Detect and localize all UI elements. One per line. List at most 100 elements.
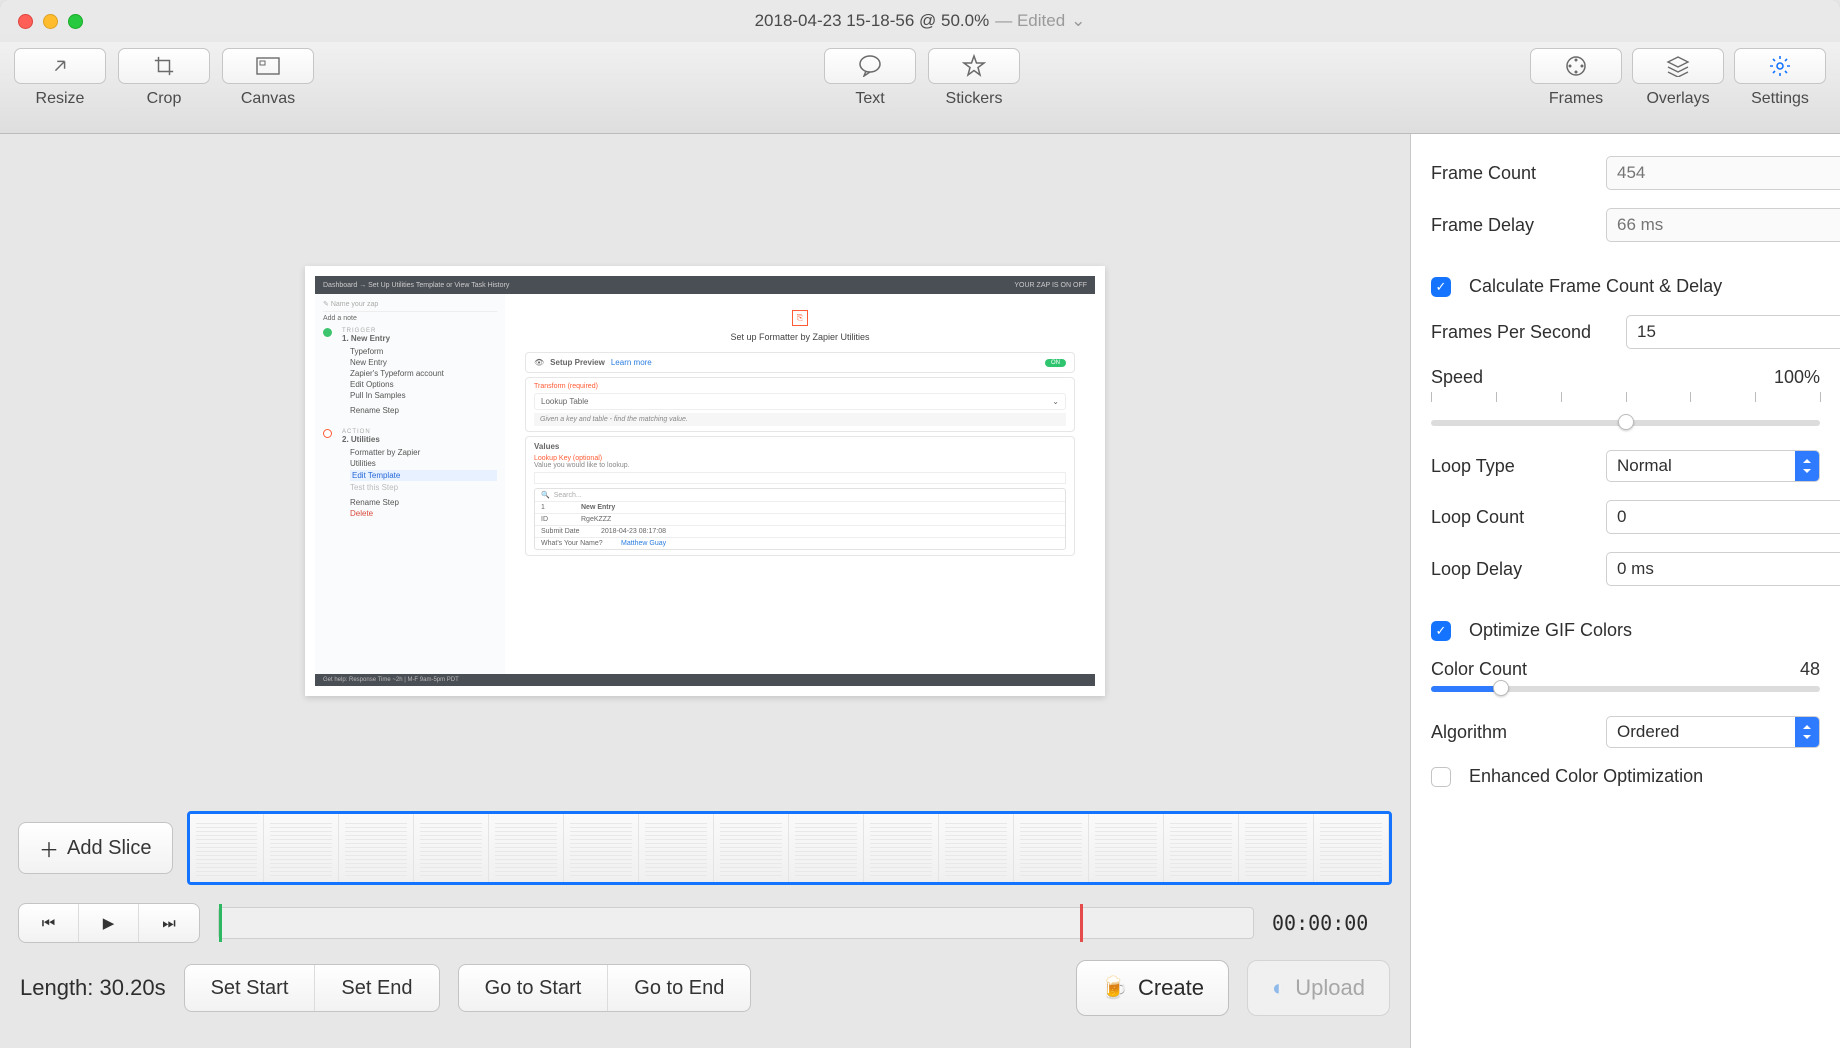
loop-delay-input[interactable]: [1606, 552, 1840, 586]
frame-delay-input[interactable]: [1606, 208, 1840, 242]
settings-button[interactable]: [1734, 48, 1826, 84]
stickers-button[interactable]: [928, 48, 1020, 84]
algorithm-label: Algorithm: [1431, 722, 1596, 743]
loop-type-select[interactable]: Normal: [1606, 450, 1820, 482]
set-end-button[interactable]: Set End: [315, 965, 438, 1011]
filmstrip-thumb[interactable]: [1239, 814, 1314, 882]
toolbar-overlays: Overlays: [1632, 48, 1724, 108]
minimize-window-icon[interactable]: [43, 14, 58, 29]
optimize-checkbox[interactable]: ✓: [1431, 621, 1451, 641]
toolbar-stickers: Stickers: [928, 48, 1020, 108]
skip-end-button[interactable]: ⏭: [139, 904, 199, 942]
zoom-window-icon[interactable]: [68, 14, 83, 29]
toolbar-right-cluster: Frames Overlays Settings: [1530, 48, 1826, 108]
upload-button[interactable]: ◐Upload: [1247, 960, 1390, 1016]
filmstrip-thumb[interactable]: [489, 814, 564, 882]
filmstrip-thumb[interactable]: [414, 814, 489, 882]
toolbar-crop: Crop: [118, 48, 210, 108]
goto-start-button[interactable]: Go to Start: [459, 965, 609, 1011]
skip-start-button[interactable]: ⏮: [19, 904, 79, 942]
overlays-button[interactable]: [1632, 48, 1724, 84]
filmstrip-thumb[interactable]: [564, 814, 639, 882]
filmstrip-thumb[interactable]: [1089, 814, 1164, 882]
preview-step-item: Test this Step: [350, 483, 497, 492]
add-slice-button[interactable]: ＋Add Slice: [18, 822, 173, 874]
filmstrip-thumb[interactable]: [939, 814, 1014, 882]
preview-main: ⎘ Set up Formatter by Zapier Utilities 👁…: [505, 294, 1095, 674]
preview-step-item: Rename Step: [350, 498, 497, 507]
filmstrip-thumb[interactable]: [264, 814, 339, 882]
filmstrip-thumb[interactable]: [339, 814, 414, 882]
toolbar-label: Text: [855, 90, 884, 108]
end-marker[interactable]: [1080, 904, 1083, 942]
toolbar-label: Canvas: [241, 90, 295, 108]
filmstrip-thumb[interactable]: [864, 814, 939, 882]
preview-step-item: Zapier's Typeform account: [350, 369, 497, 378]
preview-lookup-key: Lookup Key (optional): [534, 455, 602, 462]
preview-step-item: Pull In Samples: [350, 391, 497, 400]
timeline-track[interactable]: [218, 907, 1254, 939]
preview-learn-more: Learn more: [611, 358, 652, 367]
resize-button[interactable]: [14, 48, 106, 84]
enhanced-checkbox[interactable]: ✓: [1431, 767, 1451, 787]
loop-type-value: Normal: [1617, 456, 1672, 476]
loop-delay-label: Loop Delay: [1431, 559, 1596, 580]
video-preview[interactable]: Dashboard → Set Up Utilities Template or…: [305, 266, 1105, 696]
color-count-fill: [1431, 686, 1501, 692]
create-button[interactable]: 🍺Create: [1076, 960, 1229, 1016]
calc-label: Calculate Frame Count & Delay: [1469, 276, 1722, 297]
filmstrip-thumb[interactable]: [1164, 814, 1239, 882]
preview-row: New Entry: [581, 504, 615, 511]
text-button[interactable]: [824, 48, 916, 84]
crop-button[interactable]: [118, 48, 210, 84]
titlebar: 2018-04-23 15-18-56 @ 50.0% — Edited ⌄: [0, 0, 1840, 42]
preview-add-note: Add a note: [323, 315, 497, 322]
speed-slider[interactable]: [1431, 420, 1820, 426]
algorithm-select[interactable]: Ordered: [1606, 716, 1820, 748]
start-marker[interactable]: [219, 904, 222, 942]
goto-end-button[interactable]: Go to End: [608, 965, 750, 1011]
frames-button[interactable]: [1530, 48, 1622, 84]
preview-step-item: Edit Options: [350, 380, 497, 389]
filmstrip-thumb[interactable]: [639, 814, 714, 882]
frame-count-input[interactable]: [1606, 156, 1840, 190]
set-start-button[interactable]: Set Start: [185, 965, 316, 1011]
step-icon: [323, 429, 332, 438]
loop-count-input[interactable]: [1606, 500, 1840, 534]
check-icon: [323, 328, 332, 337]
toolbar-label: Crop: [147, 90, 182, 108]
filmstrip-thumb[interactable]: [190, 814, 265, 882]
chevron-down-icon[interactable]: ⌄: [1071, 11, 1085, 31]
gear-icon: [1768, 54, 1792, 78]
filmstrip-thumb[interactable]: [789, 814, 864, 882]
close-window-icon[interactable]: [18, 14, 33, 29]
bottom-row: Length: 30.20s Set Start Set End Go to S…: [0, 948, 1410, 1028]
preview-on-badge: ON: [1045, 359, 1066, 367]
filmstrip-thumb[interactable]: [1314, 814, 1389, 882]
settings-sidebar: Frame Count ▲▼ Frame Delay ▲▼ ✓ Calculat…: [1410, 134, 1840, 1048]
preview-row: 2018-04-23 08:17:08: [601, 528, 666, 535]
preview-search: Search...: [554, 492, 582, 499]
canvas-button[interactable]: [222, 48, 314, 84]
preview-step-item: Rename Step: [350, 406, 497, 415]
filmstrip-thumb[interactable]: [1014, 814, 1089, 882]
color-count-label: Color Count: [1431, 659, 1596, 680]
color-count-handle[interactable]: [1493, 680, 1509, 696]
preview-step-item: Edit Template: [350, 470, 497, 481]
play-button[interactable]: ▶: [79, 904, 139, 942]
speed-slider-handle[interactable]: [1618, 414, 1634, 430]
toolbar-frames: Frames: [1530, 48, 1622, 108]
speed-label: Speed: [1431, 367, 1596, 388]
filmstrip[interactable]: [187, 811, 1393, 885]
toolbar-resize: Resize: [14, 48, 106, 108]
preview-values-label: Values: [534, 442, 1066, 451]
toolbar-label: Resize: [36, 90, 85, 108]
calc-checkbox[interactable]: ✓: [1431, 277, 1451, 297]
speed-slider-ticks: [1431, 392, 1820, 414]
loop-type-label: Loop Type: [1431, 456, 1596, 477]
color-count-slider[interactable]: [1431, 686, 1820, 692]
filmstrip-thumb[interactable]: [714, 814, 789, 882]
toolbar-text: Text: [824, 48, 916, 108]
fps-input[interactable]: [1626, 315, 1840, 349]
speech-bubble-icon: [858, 55, 882, 77]
